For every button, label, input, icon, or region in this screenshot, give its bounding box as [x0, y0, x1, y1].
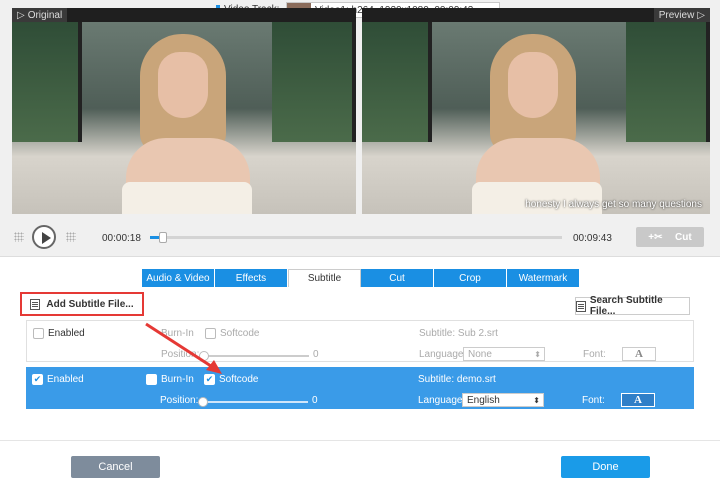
position-value: 0	[313, 349, 319, 360]
grip-right-icon	[66, 232, 76, 242]
tab-cut[interactable]: Cut	[361, 269, 434, 287]
add-subtitle-label: Add Subtitle File...	[46, 298, 134, 310]
position-slider[interactable]	[198, 397, 308, 407]
search-subtitle-label: Search Subtitle File...	[589, 295, 663, 317]
tab-effects[interactable]: Effects	[215, 269, 288, 287]
softcode-label: Softcode	[219, 374, 259, 385]
play-outline-icon: ▷	[697, 9, 705, 21]
language-label: Language:	[419, 349, 467, 360]
softcode-label: Softcode	[220, 328, 260, 339]
burn-in-label: Burn-In	[161, 328, 194, 339]
grip-left-icon	[14, 232, 24, 242]
search-file-icon	[576, 300, 586, 312]
progress-knob[interactable]	[158, 232, 167, 243]
tab-subtitle[interactable]: Subtitle	[288, 269, 361, 287]
preview-video-frame: honesty I always get so many questions	[362, 22, 710, 214]
progress-track[interactable]	[150, 232, 562, 243]
subtitle-row[interactable]: Enabled Burn-In Softcode Subtitle: Sub 2…	[26, 320, 694, 362]
burn-in-label: Burn-In	[161, 374, 194, 385]
tab-crop[interactable]: Crop	[434, 269, 507, 287]
footer: Cancel Done	[0, 440, 720, 480]
original-tag: ▷ Original	[12, 8, 68, 22]
font-label: Font:	[582, 395, 605, 406]
add-subtitle-button[interactable]: Add Subtitle File...	[20, 292, 144, 316]
burn-in-checkbox[interactable]	[146, 374, 157, 385]
enabled-checkbox[interactable]	[33, 328, 44, 339]
softcode-checkbox[interactable]: ✔	[204, 374, 215, 385]
preview-label: Preview	[658, 9, 695, 21]
font-button[interactable]: A	[621, 393, 655, 407]
add-file-icon	[30, 298, 41, 310]
subtitle-row[interactable]: ✔ Enabled Burn-In ✔ Softcode Subtitle: d…	[26, 367, 694, 409]
position-label: Position:	[160, 395, 199, 406]
cut-button[interactable]: +✂ Cut	[636, 227, 704, 247]
play-outline-icon: ▷	[17, 9, 25, 21]
chevron-updown-icon: ⬍	[534, 349, 541, 359]
total-time: 00:09:43	[573, 233, 612, 244]
player-controls: 00:00:18 00:09:43 +✂ Cut	[0, 220, 720, 252]
search-subtitle-button[interactable]: Search Subtitle File...	[575, 295, 690, 317]
preview-pane: Preview ▷ honesty I always get so many q…	[362, 8, 710, 214]
font-button[interactable]: A	[622, 347, 656, 361]
tab-audio-video[interactable]: Audio & Video	[142, 269, 215, 287]
subtitle-filename: Subtitle: demo.srt	[418, 374, 496, 385]
original-label: Original	[27, 9, 63, 21]
position-slider-knob[interactable]	[199, 351, 209, 361]
language-value: None	[468, 348, 492, 360]
done-button[interactable]: Done	[561, 456, 650, 478]
font-label: Font:	[583, 349, 606, 360]
language-select[interactable]: English ⬍	[462, 393, 544, 407]
original-video-frame	[12, 22, 356, 214]
scissors-icon: +✂	[648, 231, 663, 243]
cancel-button[interactable]: Cancel	[71, 456, 160, 478]
current-time: 00:00:18	[102, 233, 141, 244]
enabled-label: Enabled	[48, 328, 85, 339]
play-button[interactable]	[32, 225, 56, 249]
softcode-checkbox[interactable]	[205, 328, 216, 339]
cut-button-label: Cut	[675, 231, 692, 243]
original-pane: ▷ Original	[12, 8, 356, 214]
position-label: Position:	[161, 349, 200, 360]
chevron-updown-icon: ⬍	[533, 395, 540, 405]
position-value: 0	[312, 395, 318, 406]
enabled-label: Enabled	[47, 374, 84, 385]
language-value: English	[467, 394, 500, 406]
subtitle-filename: Subtitle: Sub 2.srt	[419, 328, 498, 339]
position-slider-knob[interactable]	[198, 397, 208, 407]
language-label: Language:	[418, 395, 466, 406]
preview-subtitle-text: honesty I always get so many questions	[525, 199, 702, 210]
enabled-checkbox[interactable]: ✔	[32, 374, 43, 385]
tab-bar: Audio & Video Effects Subtitle Cut Crop …	[142, 269, 580, 287]
position-slider[interactable]	[199, 351, 309, 361]
preview-area: Video Track: Video1: h264, 1920x1080, 00…	[0, 0, 720, 256]
preview-tag: Preview ▷	[653, 8, 710, 22]
language-select[interactable]: None ⬍	[463, 347, 545, 361]
tab-watermark[interactable]: Watermark	[507, 269, 580, 287]
